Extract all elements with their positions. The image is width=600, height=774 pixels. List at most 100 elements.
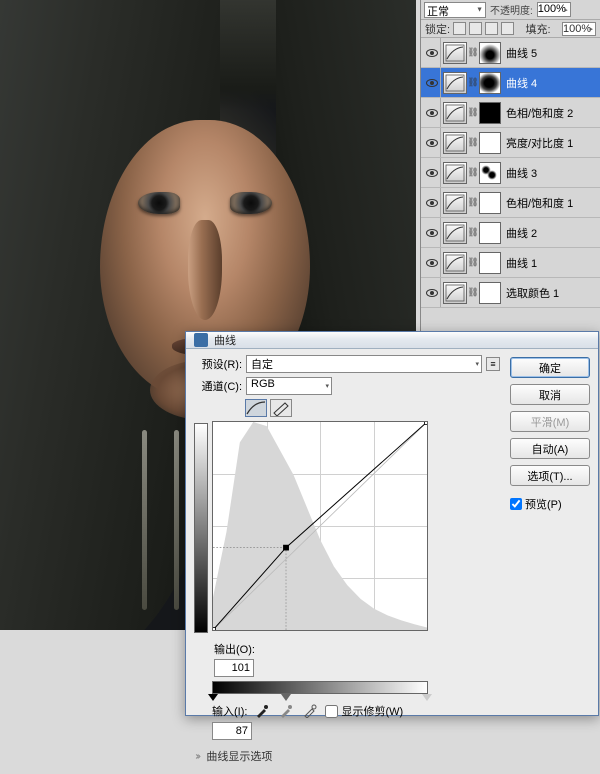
ok-button[interactable]: 确定	[510, 357, 590, 378]
layer-row[interactable]: ⛓色相/饱和度 1	[421, 188, 600, 218]
smooth-button[interactable]: 平滑(M)	[510, 411, 590, 432]
fill-input[interactable]: 100%▸	[562, 22, 596, 36]
adjustment-thumbnail[interactable]	[443, 42, 467, 64]
hoodie-cord-left	[142, 430, 147, 610]
cancel-button[interactable]: 取消	[510, 384, 590, 405]
eyedropper-black-icon[interactable]	[253, 702, 271, 720]
layer-row[interactable]: ⛓曲线 1	[421, 248, 600, 278]
mid-point-slider[interactable]	[281, 694, 291, 701]
layer-row[interactable]: ⛓亮度/对比度 1	[421, 128, 600, 158]
link-icon[interactable]: ⛓	[469, 289, 477, 297]
adjustment-thumbnail[interactable]	[443, 102, 467, 124]
lock-position-icon[interactable]	[485, 22, 498, 35]
eye-icon	[426, 79, 438, 87]
adjustment-thumbnail[interactable]	[443, 282, 467, 304]
blend-mode-select[interactable]: 正常▼	[424, 2, 486, 18]
layer-row[interactable]: ⛓选取颜色 1	[421, 278, 600, 308]
chevron-down-icon: ▸	[589, 25, 593, 33]
opacity-input[interactable]: 100%▸	[537, 2, 571, 17]
auto-button[interactable]: 自动(A)	[510, 438, 590, 459]
mask-thumbnail[interactable]	[479, 192, 501, 214]
layer-row[interactable]: ⛓曲线 5	[421, 38, 600, 68]
output-input[interactable]	[214, 659, 254, 677]
curve-draw-tool[interactable]	[270, 399, 292, 417]
link-icon[interactable]: ⛓	[469, 199, 477, 207]
curves-dialog: 曲线 预设(R): 自定▾ ≡ 通道(C): RGB▾	[185, 331, 599, 716]
eyedropper-white-icon[interactable]	[301, 702, 319, 720]
chevron-down-icon: ▾	[325, 382, 329, 390]
white-point-slider[interactable]	[422, 694, 432, 701]
adjustment-thumbnail[interactable]	[443, 192, 467, 214]
chevron-down-icon: ▸	[564, 6, 568, 14]
input-gradient-bar[interactable]	[212, 681, 428, 694]
visibility-toggle[interactable]	[423, 278, 441, 307]
link-icon[interactable]: ⛓	[469, 139, 477, 147]
link-icon[interactable]: ⛓	[469, 229, 477, 237]
lock-transparency-icon[interactable]	[453, 22, 466, 35]
mask-thumbnail[interactable]	[479, 132, 501, 154]
layer-row[interactable]: ⛓ 曲线 4	[421, 68, 600, 98]
layer-row[interactable]: ⛓色相/饱和度 2	[421, 98, 600, 128]
preview-checkbox-input[interactable]	[510, 498, 522, 510]
visibility-toggle[interactable]	[423, 248, 441, 277]
lock-pixels-icon[interactable]	[469, 22, 482, 35]
adjustment-thumbnail[interactable]	[443, 132, 467, 154]
visibility-toggle[interactable]	[423, 38, 441, 67]
mask-thumbnail[interactable]	[479, 102, 501, 124]
eye-right	[230, 192, 272, 214]
dialog-left: 预设(R): 自定▾ ≡ 通道(C): RGB▾	[194, 355, 500, 768]
link-icon[interactable]: ⛓	[469, 109, 477, 117]
layer-row[interactable]: ⛓曲线 3	[421, 158, 600, 188]
channel-select[interactable]: RGB ▾	[246, 377, 332, 395]
link-icon[interactable]: ⛓	[469, 169, 477, 177]
preview-checkbox[interactable]: 预览(P)	[510, 496, 590, 512]
clip-checkbox-input[interactable]	[325, 705, 338, 718]
chevron-down-icon: ▾	[475, 360, 479, 368]
visibility-toggle[interactable]	[423, 188, 441, 217]
nose	[188, 220, 222, 320]
input-input[interactable]	[212, 722, 252, 740]
layer-name: 曲线 4	[506, 75, 537, 91]
channel-value: RGB	[251, 378, 275, 390]
curve-graph[interactable]	[212, 421, 428, 631]
visibility-toggle[interactable]	[423, 218, 441, 247]
curve-line[interactable]	[213, 422, 427, 630]
adjustment-thumbnail[interactable]	[443, 222, 467, 244]
dialog-titlebar[interactable]: 曲线	[186, 332, 598, 349]
link-icon[interactable]: ⛓	[469, 49, 477, 57]
visibility-toggle[interactable]	[423, 68, 441, 97]
expand-label: 曲线显示选项	[206, 748, 272, 764]
mask-thumbnail[interactable]	[479, 72, 501, 94]
adjustment-thumbnail[interactable]	[443, 162, 467, 184]
dialog-right: 确定 取消 平滑(M) 自动(A) 选项(T)... 预览(P)	[510, 355, 590, 768]
layer-row[interactable]: ⛓曲线 2	[421, 218, 600, 248]
input-gradient-wrap	[212, 681, 428, 694]
black-point-slider[interactable]	[208, 694, 218, 701]
link-icon[interactable]: ⛓	[469, 259, 477, 267]
mask-thumbnail[interactable]	[479, 42, 501, 64]
visibility-toggle[interactable]	[423, 158, 441, 187]
chevron-down-icon: ≫	[196, 752, 201, 761]
eyedropper-gray-icon[interactable]	[277, 702, 295, 720]
visibility-toggle[interactable]	[423, 98, 441, 127]
output-row: 输出(O):	[194, 641, 500, 657]
layer-list[interactable]: ⛓曲线 5⛓曲线 4⛓色相/饱和度 2⛓亮度/对比度 1⛓曲线 3⛓色相/饱和度…	[421, 38, 600, 340]
lock-all-icon[interactable]	[501, 22, 514, 35]
preset-menu-icon[interactable]: ≡	[486, 357, 500, 371]
preset-select[interactable]: 自定▾	[246, 355, 482, 373]
options-button[interactable]: 选项(T)...	[510, 465, 590, 486]
visibility-toggle[interactable]	[423, 128, 441, 157]
mask-thumbnail[interactable]	[479, 282, 501, 304]
mask-thumbnail[interactable]	[479, 252, 501, 274]
chevron-down-icon: ▼	[476, 6, 483, 13]
link-icon[interactable]: ⛓	[469, 79, 477, 87]
curve-area	[194, 421, 500, 633]
adjustment-thumbnail[interactable]	[443, 72, 467, 94]
mask-thumbnail[interactable]	[479, 162, 501, 184]
eye-icon	[426, 289, 438, 297]
eye-icon	[426, 229, 438, 237]
mask-thumbnail[interactable]	[479, 222, 501, 244]
curve-point-tool[interactable]	[245, 399, 267, 417]
curve-display-options[interactable]: ≫ 曲线显示选项	[194, 744, 500, 768]
adjustment-thumbnail[interactable]	[443, 252, 467, 274]
